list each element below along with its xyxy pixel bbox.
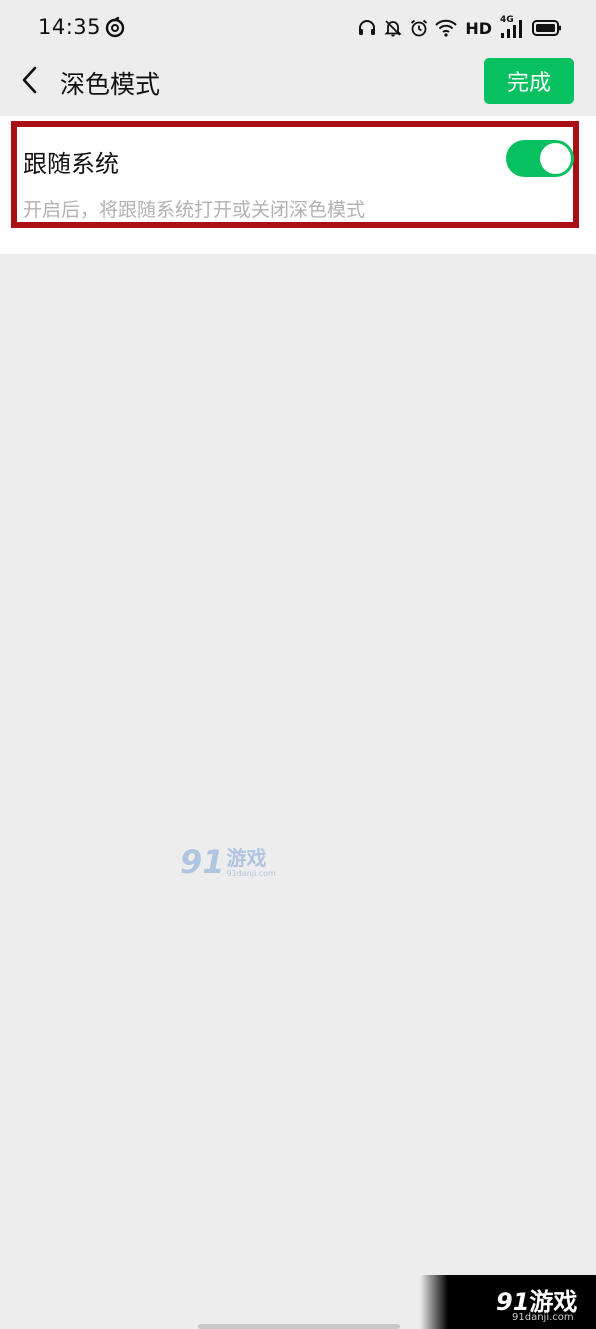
mute-bell-icon bbox=[383, 18, 403, 38]
nav-bar: 深色模式 完成 bbox=[0, 56, 596, 114]
watermark-number: 91 bbox=[180, 843, 225, 881]
watermark-logo: 91 游戏 91danji.com bbox=[180, 846, 276, 878]
chevron-left-icon bbox=[18, 65, 42, 99]
watermark-text: 游戏 bbox=[226, 846, 267, 870]
follow-system-toggle[interactable] bbox=[506, 140, 574, 177]
toggle-knob bbox=[540, 143, 571, 174]
alarm-icon bbox=[409, 18, 429, 38]
done-button[interactable]: 完成 bbox=[484, 58, 574, 104]
headset-icon bbox=[357, 18, 377, 38]
back-button[interactable] bbox=[8, 60, 52, 104]
home-indicator[interactable] bbox=[198, 1324, 400, 1329]
netease-music-icon bbox=[104, 16, 126, 38]
page-title: 深色模式 bbox=[60, 70, 161, 99]
battery-icon bbox=[532, 19, 562, 37]
status-bar: 14:35 HD 4G bbox=[0, 0, 596, 56]
status-time: 14:35 bbox=[38, 15, 102, 39]
setting-description: 开启后，将跟随系统打开或关闭深色模式 bbox=[23, 199, 366, 221]
cellular-signal-icon: 4G bbox=[500, 15, 526, 39]
wifi-icon bbox=[435, 19, 458, 37]
status-icons: HD 4G bbox=[357, 14, 562, 42]
network-type-label: HD bbox=[465, 18, 492, 38]
watermark-url: 91danji.com bbox=[226, 869, 276, 878]
corner-watermark: 91游戏 91danji.com bbox=[420, 1275, 596, 1329]
corner-watermark-url: 91danji.com bbox=[512, 1312, 574, 1323]
setting-title: 跟随系统 bbox=[23, 150, 119, 178]
follow-system-setting: 跟随系统 开启后，将跟随系统打开或关闭深色模式 bbox=[0, 116, 596, 254]
